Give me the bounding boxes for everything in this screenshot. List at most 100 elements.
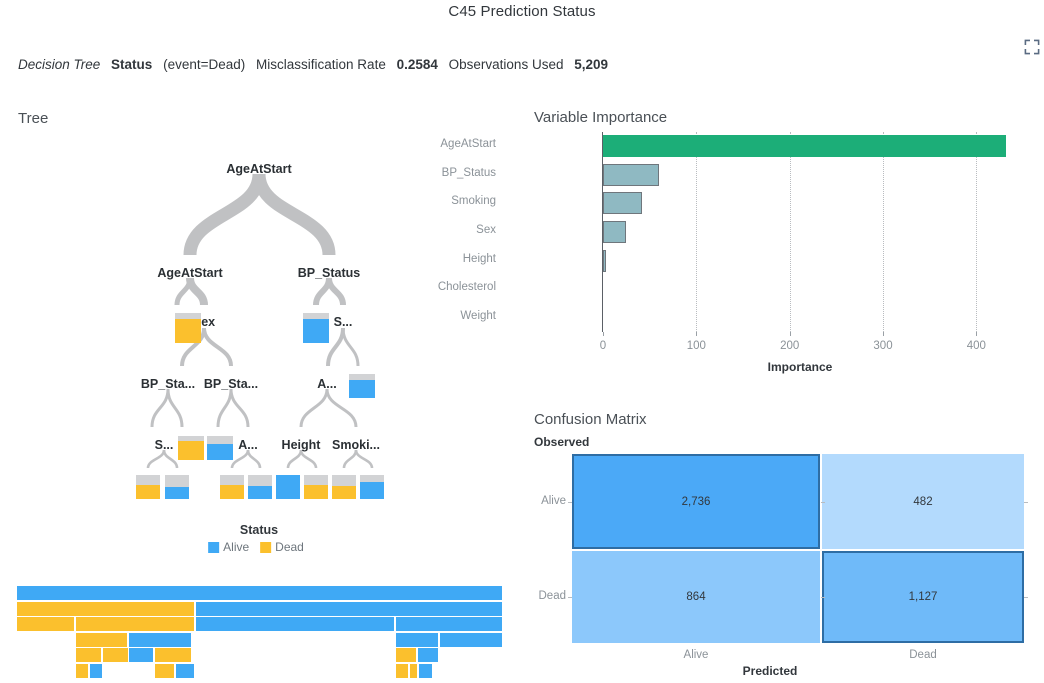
vi-bar[interactable]: [603, 135, 1007, 158]
partition-cell[interactable]: [155, 663, 174, 678]
leaf-node-fill: [136, 485, 160, 499]
tree-node-n-c[interactable]: Height: [282, 438, 321, 452]
confusion-matrix-cell[interactable]: 864: [572, 551, 820, 643]
partition-cell[interactable]: [76, 663, 88, 678]
model-type: Decision Tree: [18, 57, 101, 72]
confusion-matrix-col-label: Alive: [683, 649, 709, 661]
partition-cell[interactable]: [418, 648, 438, 662]
legend-swatch: [208, 541, 220, 553]
partition-cell[interactable]: [76, 648, 101, 662]
partition-cell[interactable]: [196, 601, 502, 616]
partition-cell[interactable]: [17, 601, 194, 616]
vi-category-label[interactable]: AgeAtStart: [376, 138, 496, 150]
partition-cell[interactable]: [419, 663, 432, 678]
tree-link: [166, 388, 184, 428]
tree-link: [341, 327, 360, 367]
vi-bar[interactable]: [603, 249, 606, 272]
tree-leaf-node[interactable]: [276, 475, 300, 499]
tree-node-n-l[interactable]: AgeAtStart: [157, 266, 222, 280]
tree-node-n-rl[interactable]: S...: [334, 315, 353, 329]
tree-leaf-node[interactable]: [360, 475, 384, 499]
tree-link: [146, 449, 166, 469]
confusion-matrix-row-tick: [568, 501, 572, 503]
tree-leaf-node[interactable]: [248, 475, 272, 499]
vi-category-label[interactable]: Cholesterol: [376, 281, 496, 293]
vi-xtick-label: 300: [873, 340, 893, 352]
vi-xtick-label: 400: [966, 340, 986, 352]
tree-link: [186, 277, 208, 306]
vi-xtick-mark: [696, 332, 698, 336]
vi-bar[interactable]: [603, 221, 627, 243]
legend-item[interactable]: Alive: [208, 540, 249, 554]
tree-node-n-a[interactable]: S...: [155, 438, 174, 452]
tree-leaf-node[interactable]: [304, 475, 328, 499]
vi-category-label[interactable]: Sex: [376, 224, 496, 236]
partition-cell[interactable]: [440, 632, 502, 647]
leaf-node-fill: [303, 319, 329, 343]
tree-leaf-node[interactable]: [136, 475, 160, 499]
tree-link: [286, 449, 303, 469]
tree-leaf-node[interactable]: [349, 374, 375, 398]
tree-legend: Alive Dead: [208, 540, 310, 554]
confusion-matrix-cell[interactable]: 1,127: [822, 551, 1024, 643]
partition-cell[interactable]: [396, 663, 408, 678]
leaf-node-fill: [207, 444, 233, 460]
model-summary-line: Decision Tree Status (event=Dead) Miscla…: [18, 57, 615, 72]
tree-leaf-node[interactable]: [332, 475, 356, 499]
tree-leaf-node[interactable]: [303, 313, 329, 343]
partition-cell[interactable]: [129, 648, 153, 662]
vi-category-label[interactable]: Height: [376, 253, 496, 265]
tree-node-n-r[interactable]: BP_Status: [298, 266, 361, 280]
tree-link: [299, 388, 329, 428]
partition-cell[interactable]: [396, 617, 502, 631]
confusion-matrix-cell[interactable]: 2,736: [572, 454, 820, 549]
expand-fullscreen-icon[interactable]: [1023, 38, 1041, 56]
leaf-node-fill: [220, 485, 244, 499]
tree-node-n-b[interactable]: A...: [238, 438, 257, 452]
tree-leaf-node[interactable]: [165, 475, 189, 499]
tree-link: [230, 449, 250, 469]
partition-cell[interactable]: [155, 648, 191, 662]
partition-cell[interactable]: [196, 617, 394, 631]
tree-link: [354, 449, 374, 469]
tree-node-n-rll[interactable]: A...: [317, 377, 336, 391]
partition-cell[interactable]: [396, 632, 438, 647]
tree-link: [216, 388, 233, 428]
confusion-matrix-cell[interactable]: 482: [822, 454, 1024, 549]
partition-cell[interactable]: [76, 632, 127, 647]
tree-link: [342, 449, 358, 469]
tree-link: [252, 173, 336, 256]
confusion-matrix-grid[interactable]: 2,736 482 864 1,127 Alive Dead Alive Dead: [539, 454, 1028, 661]
vi-bar[interactable]: [603, 192, 643, 215]
partition-cell[interactable]: [103, 648, 128, 662]
tree-node-root[interactable]: AgeAtStart: [226, 162, 291, 176]
leaf-node-top: [136, 475, 160, 485]
vi-category-label[interactable]: Weight: [376, 310, 496, 322]
partition-cell[interactable]: [17, 617, 74, 631]
vi-gridline: [696, 132, 698, 332]
partition-cell[interactable]: [17, 586, 502, 600]
leaf-node-fill: [332, 486, 356, 499]
partition-cell[interactable]: [76, 617, 194, 631]
vi-gridline: [883, 132, 884, 332]
vi-bar[interactable]: [603, 163, 659, 186]
confusion-matrix-observed-label: Observed: [534, 435, 590, 449]
tree-leaf-node[interactable]: [207, 436, 233, 460]
partition-cell[interactable]: [90, 663, 102, 678]
partition-cell[interactable]: [410, 663, 417, 678]
vi-category-label[interactable]: BP_Status: [376, 167, 496, 179]
tree-node-n-d[interactable]: Smoki...: [332, 438, 380, 452]
leaf-node-fill: [165, 487, 189, 499]
tree-leaf-node[interactable]: [175, 313, 201, 343]
tree-leaf-node[interactable]: [220, 475, 244, 499]
partition-cell[interactable]: [396, 648, 416, 662]
vi-category-label[interactable]: Smoking: [376, 195, 496, 207]
tree-partition-plot[interactable]: [0, 586, 520, 678]
legend-item[interactable]: Dead: [260, 540, 304, 554]
tree-leaf-node[interactable]: [178, 436, 204, 460]
tree-node-n-lll[interactable]: BP_Sta...: [141, 377, 195, 391]
partition-cell[interactable]: [176, 663, 194, 678]
partition-cell[interactable]: [129, 632, 191, 647]
vi-xtick-mark: [883, 332, 884, 336]
tree-node-n-llr[interactable]: BP_Sta...: [204, 377, 258, 391]
